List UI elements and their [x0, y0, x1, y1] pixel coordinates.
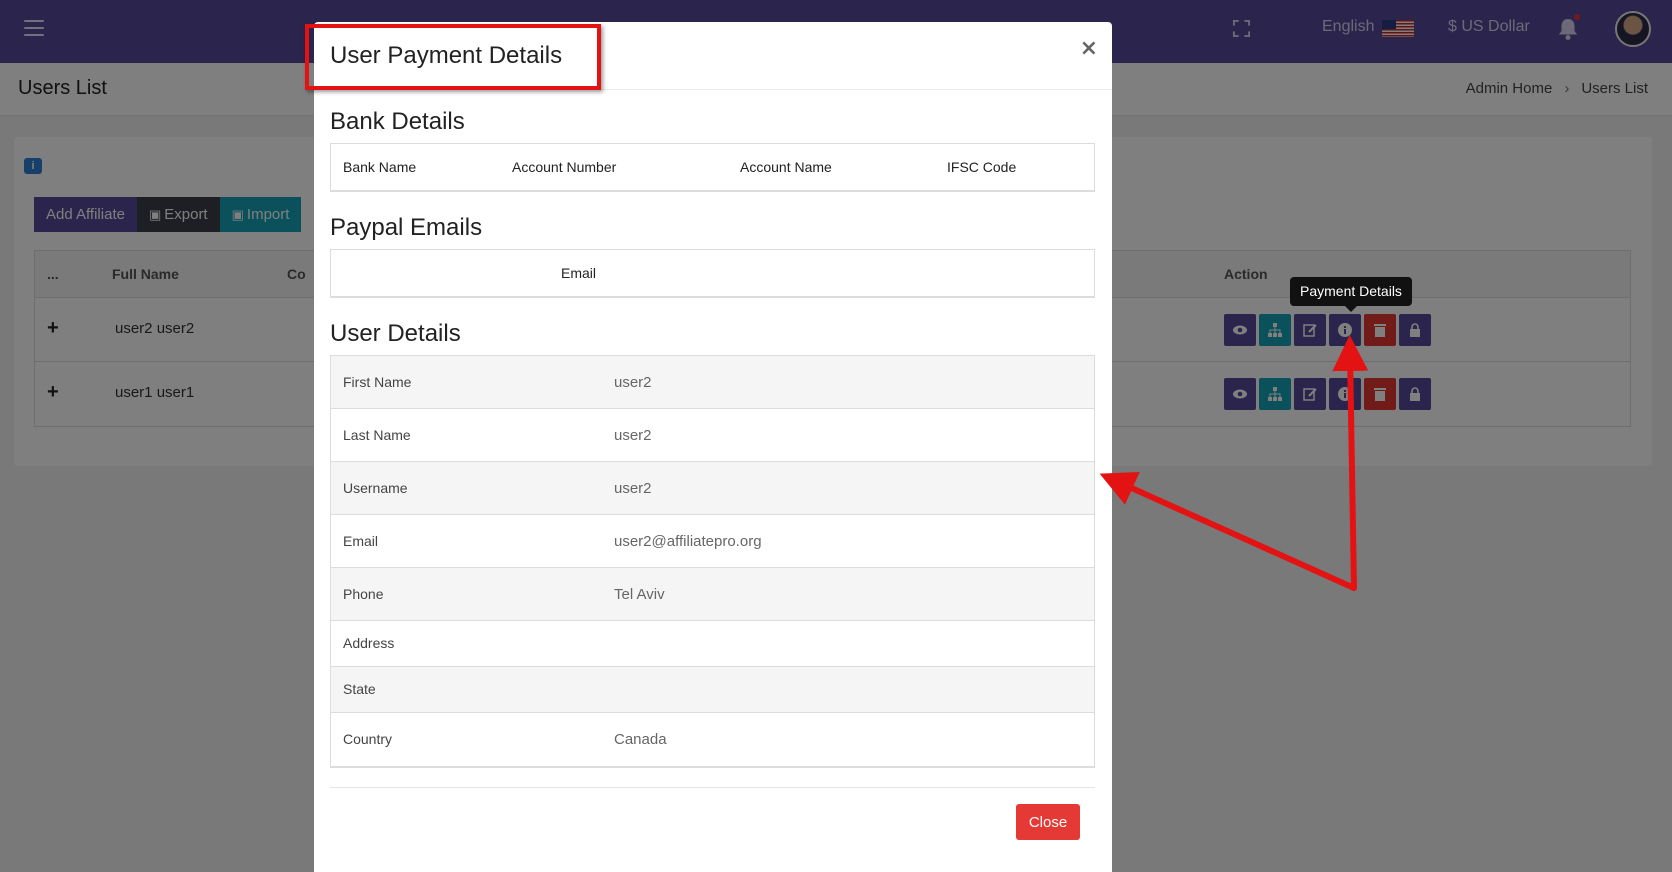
column-account-number: Account Number: [512, 159, 617, 175]
detail-value: Tel Aviv: [614, 586, 665, 603]
detail-row-address: Address: [331, 621, 1094, 667]
detail-value: Canada: [614, 731, 667, 748]
detail-label: Country: [343, 731, 393, 747]
detail-label: Last Name: [343, 427, 411, 443]
bank-details-title: Bank Details: [330, 108, 465, 135]
detail-row-country: Country Canada: [331, 713, 1094, 766]
detail-label: State: [343, 681, 376, 697]
bank-details-table: Bank Name Account Number Account Name IF…: [330, 143, 1095, 192]
detail-row-last-name: Last Name user2: [331, 409, 1094, 462]
column-account-name: Account Name: [740, 159, 832, 175]
user-details-title: User Details: [330, 320, 461, 347]
payment-details-tooltip: Payment Details: [1290, 277, 1412, 312]
detail-label: Phone: [343, 586, 384, 602]
detail-label: Email: [343, 533, 379, 549]
column-ifsc-code: IFSC Code: [947, 159, 1017, 175]
detail-row-email: Email user2@affiliatepro.org: [331, 515, 1094, 568]
detail-label: First Name: [343, 374, 412, 390]
detail-value: user2: [614, 427, 652, 444]
close-icon[interactable]: ×: [1080, 36, 1098, 61]
detail-label: Username: [343, 480, 408, 496]
detail-label: Address: [343, 635, 395, 651]
payment-details-modal: User Payment Details × Bank Details Bank…: [314, 22, 1112, 872]
detail-row-username: Username user2: [331, 462, 1094, 515]
detail-row-first-name: First Name user2: [331, 356, 1094, 409]
user-details-table: First Name user2 Last Name user2 Usernam…: [330, 355, 1095, 768]
paypal-emails-table: Email: [330, 249, 1095, 298]
detail-value: user2: [614, 480, 652, 497]
detail-value: user2@affiliatepro.org: [614, 533, 762, 550]
detail-row-phone: Phone Tel Aviv: [331, 568, 1094, 621]
table-header: Email: [331, 250, 1094, 296]
column-email: Email: [561, 265, 597, 281]
detail-row-state: State: [331, 667, 1094, 713]
annotation-highlight-box: [305, 24, 601, 90]
table-header: Bank Name Account Number Account Name IF…: [331, 144, 1094, 190]
detail-value: user2: [614, 374, 652, 391]
close-button[interactable]: Close: [1016, 804, 1080, 840]
column-bank-name: Bank Name: [343, 159, 417, 175]
paypal-emails-title: Paypal Emails: [330, 214, 483, 241]
modal-footer-divider: [330, 787, 1095, 788]
